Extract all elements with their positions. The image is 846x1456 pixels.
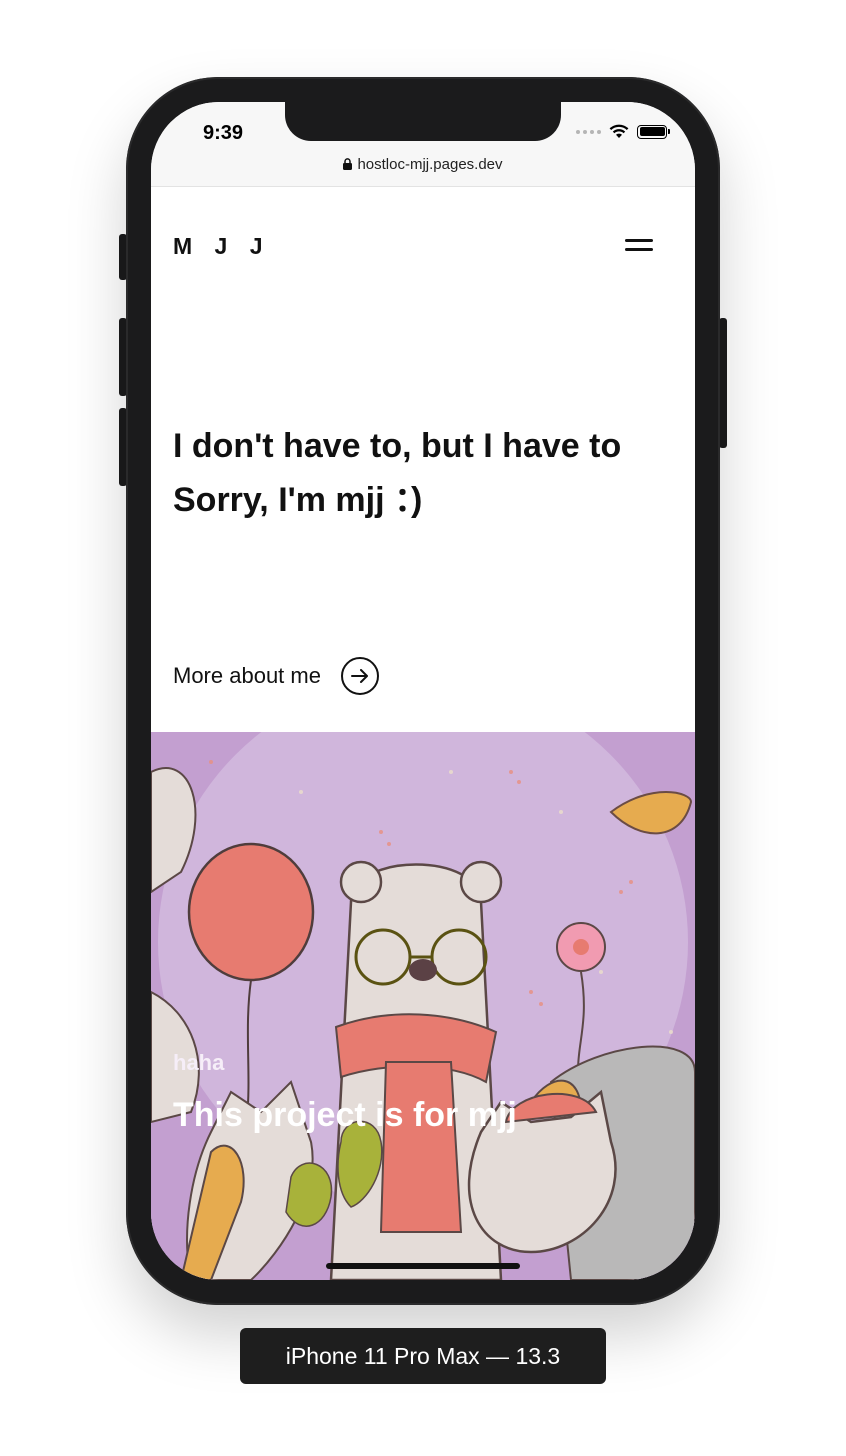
lock-icon <box>343 158 353 170</box>
more-about-me-link[interactable]: More about me <box>173 657 379 695</box>
wifi-icon <box>609 124 629 138</box>
hamburger-menu-icon[interactable] <box>625 239 653 253</box>
hero-project-card[interactable]: haha This project is for mjj <box>151 732 695 1280</box>
notch <box>285 102 561 141</box>
battery-icon <box>637 124 670 139</box>
headline-line-2: Sorry, I'm mjj ：) <box>173 481 423 519</box>
browser-status-bar: 9:39 hostloc-mjj.pages.dev <box>151 102 695 187</box>
headline-line-1: I don't have to, but I have to <box>173 427 622 465</box>
phone-screen: 9:39 hostloc-mjj.pages.dev M J J I don't… <box>151 102 695 1280</box>
intro-headline: I don't have to, but I have to Sorry, I'… <box>173 419 673 527</box>
device-label: iPhone 11 Pro Max — 13.3 <box>240 1328 606 1384</box>
signal-icon <box>576 129 601 134</box>
site-logo[interactable]: M J J <box>173 233 271 260</box>
status-icons <box>576 124 670 139</box>
home-indicator[interactable] <box>326 1263 520 1269</box>
arrow-right-circle-icon <box>340 657 379 695</box>
status-time: 9:39 <box>203 122 244 144</box>
hero-illustration <box>151 732 695 1280</box>
url-text: hostloc-mjj.pages.dev <box>357 156 503 173</box>
project-title: This project is for mjj <box>173 1096 517 1134</box>
more-about-me-label: More about me <box>173 663 321 688</box>
project-kicker: haha <box>173 1050 225 1075</box>
power-button <box>719 318 727 448</box>
address-bar[interactable]: hostloc-mjj.pages.dev <box>151 156 695 173</box>
